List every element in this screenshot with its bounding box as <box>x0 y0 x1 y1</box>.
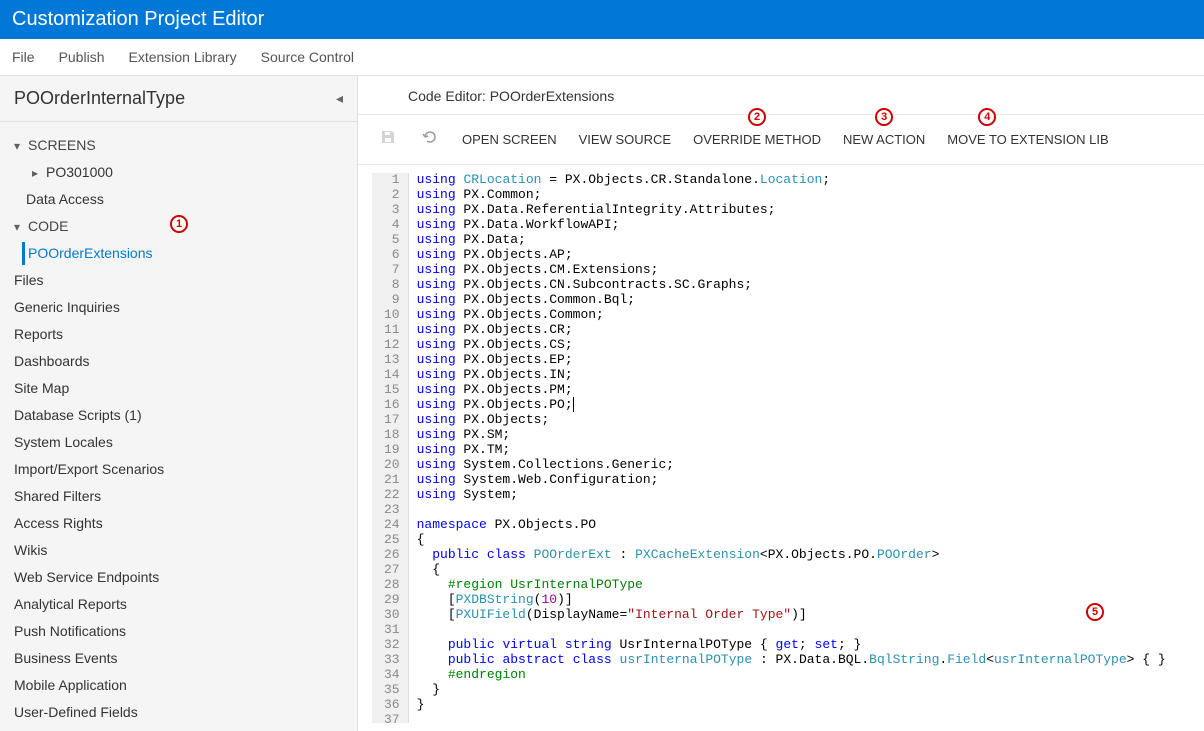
tree-generic-inquiries[interactable]: Generic Inquiries <box>0 294 357 321</box>
tree-web-service-endpoints[interactable]: Web Service Endpoints <box>0 564 357 591</box>
menu-file[interactable]: File <box>12 49 35 65</box>
sidebar-title-bar: POOrderInternalType ◂ <box>0 76 357 122</box>
sidebar: POOrderInternalType ◂ ▾SCREENS ▸PO301000… <box>0 76 358 731</box>
tree-data-access[interactable]: Data Access <box>0 186 357 213</box>
move-to-extension-lib-button[interactable]: MOVE TO EXTENSION LIB 4 <box>945 130 1110 149</box>
tree-shared-filters[interactable]: Shared Filters <box>0 483 357 510</box>
tree-site-map[interactable]: Site Map <box>0 375 357 402</box>
tree-access-rights[interactable]: Access Rights <box>0 510 357 537</box>
tree-screens[interactable]: ▾SCREENS <box>0 132 357 159</box>
tree-dashboards[interactable]: Dashboards <box>0 348 357 375</box>
editor-toolbar: OPEN SCREEN VIEW SOURCE OVERRIDE METHOD … <box>358 115 1204 165</box>
tree-wikis[interactable]: Wikis <box>0 537 357 564</box>
project-name: POOrderInternalType <box>14 88 185 109</box>
code-editor[interactable]: 1234567891011121314151617181920212223242… <box>358 165 1204 731</box>
caret-down-icon: ▾ <box>14 137 26 155</box>
annotation-5: 5 <box>1086 603 1104 621</box>
tree-business-events[interactable]: Business Events <box>0 645 357 672</box>
menu-bar: File Publish Extension Library Source Co… <box>0 39 1204 76</box>
tree-webhooks[interactable]: Webhooks <box>0 726 357 731</box>
caret-right-icon: ▸ <box>32 164 44 182</box>
main-panel: Code Editor: POOrderExtensions OPEN SCRE… <box>358 76 1204 731</box>
open-screen-button[interactable]: OPEN SCREEN <box>460 130 559 149</box>
annotation-4: 4 <box>978 108 996 126</box>
save-icon <box>376 127 400 152</box>
override-method-button[interactable]: OVERRIDE METHOD 2 <box>691 130 823 149</box>
view-source-button[interactable]: VIEW SOURCE <box>577 130 673 149</box>
tree-mobile-application[interactable]: Mobile Application <box>0 672 357 699</box>
menu-publish[interactable]: Publish <box>59 49 105 65</box>
tree-code-pooderextensions[interactable]: POOrderExtensions <box>0 240 357 267</box>
menu-source-control[interactable]: Source Control <box>261 49 354 65</box>
undo-icon[interactable] <box>418 127 442 152</box>
tree-code[interactable]: ▾CODE 1 <box>0 213 357 240</box>
annotation-2: 2 <box>748 108 766 126</box>
tree-import-export[interactable]: Import/Export Scenarios <box>0 456 357 483</box>
tree-database-scripts[interactable]: Database Scripts (1) <box>0 402 357 429</box>
app-title: Customization Project Editor <box>12 8 264 30</box>
collapse-sidebar-icon[interactable]: ◂ <box>336 90 343 107</box>
editor-title: Code Editor: POOrderExtensions <box>358 76 1204 115</box>
menu-extension-library[interactable]: Extension Library <box>128 49 236 65</box>
tree-user-defined-fields[interactable]: User-Defined Fields <box>0 699 357 726</box>
tree-files[interactable]: Files <box>0 267 357 294</box>
tree-push-notifications[interactable]: Push Notifications <box>0 618 357 645</box>
app-header: Customization Project Editor <box>0 0 1204 39</box>
tree-analytical-reports[interactable]: Analytical Reports <box>0 591 357 618</box>
line-gutter: 1234567891011121314151617181920212223242… <box>372 173 409 723</box>
caret-down-icon: ▾ <box>14 218 26 236</box>
new-action-button[interactable]: NEW ACTION 3 <box>841 130 927 149</box>
tree-reports[interactable]: Reports <box>0 321 357 348</box>
annotation-1: 1 <box>170 215 188 233</box>
annotation-3: 3 <box>875 108 893 126</box>
tree-system-locales[interactable]: System Locales <box>0 429 357 456</box>
tree-screen-po301000[interactable]: ▸PO301000 <box>0 159 357 186</box>
code-content[interactable]: using CRLocation = PX.Objects.CR.Standal… <box>409 173 1190 723</box>
nav-tree: ▾SCREENS ▸PO301000 Data Access ▾CODE 1 P… <box>0 122 357 731</box>
